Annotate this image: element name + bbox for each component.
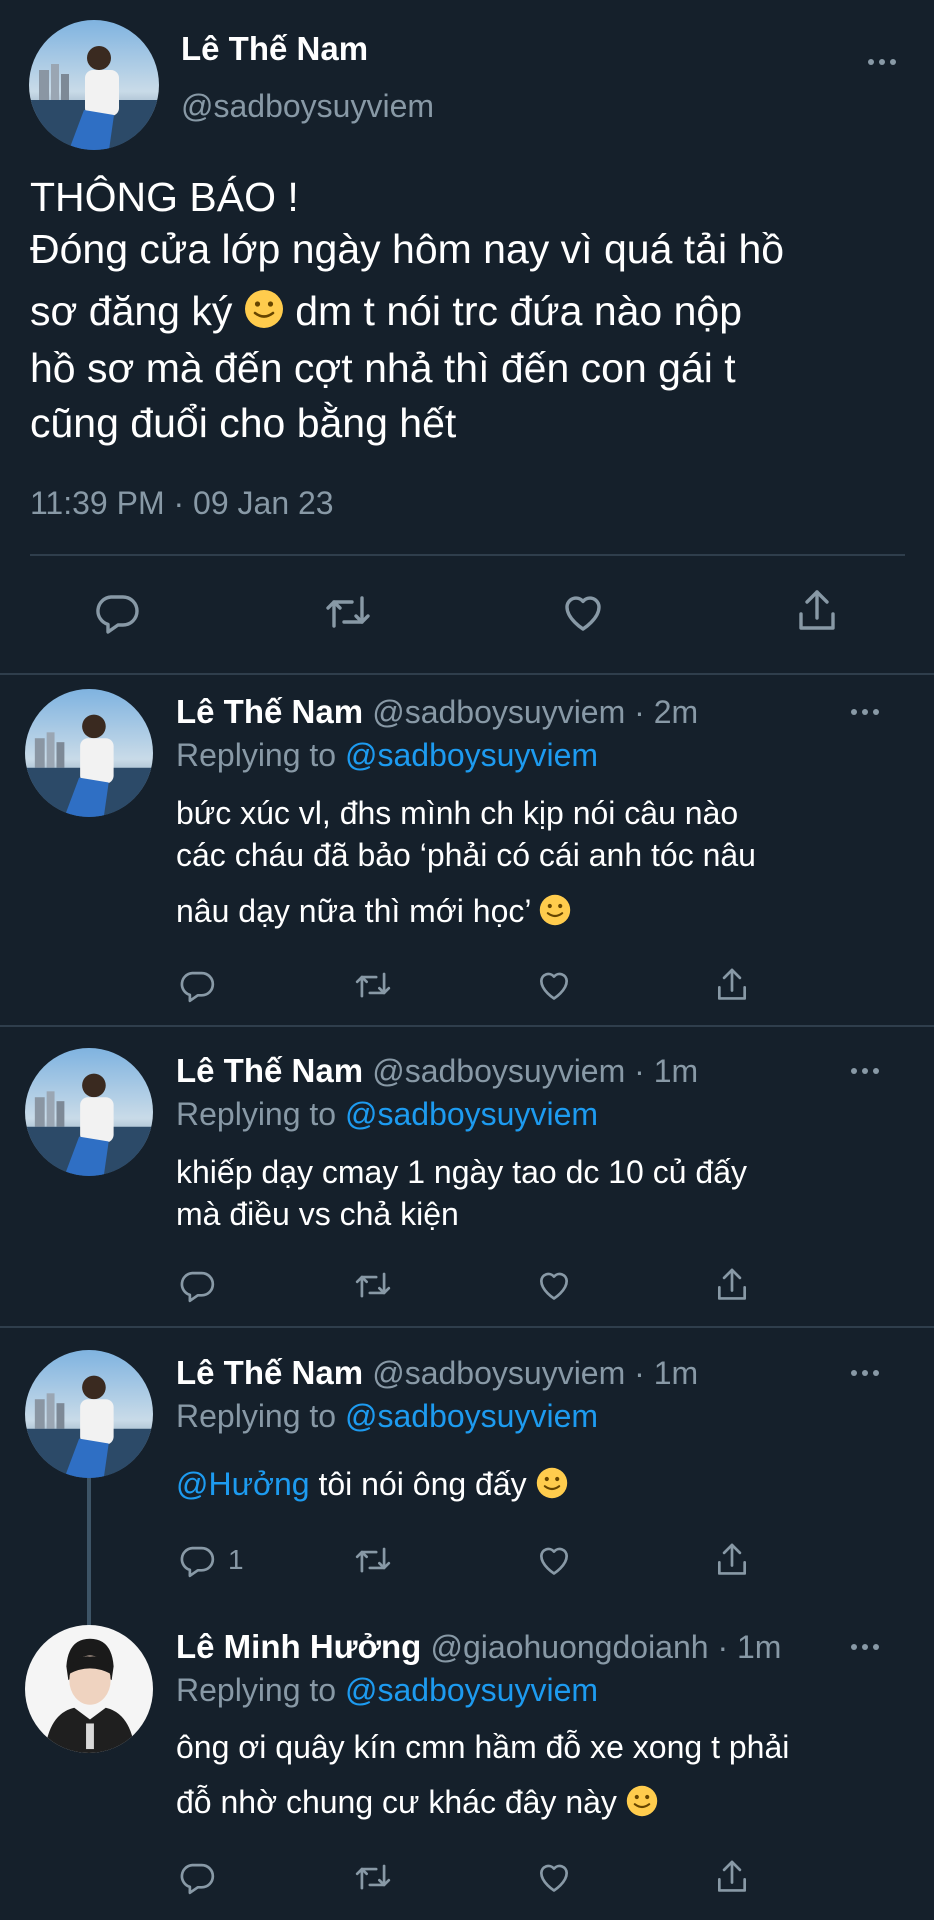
reply-1-meta[interactable]: @sadboysuyviem · 2m — [372, 694, 698, 730]
reply-2-name[interactable]: Lê Thế Nam — [176, 1052, 363, 1089]
retweet-icon[interactable] — [352, 1858, 394, 1896]
reply-3-replying-to: Replying to @sadboysuyviem — [176, 1398, 598, 1435]
reply-icon[interactable] — [178, 1266, 216, 1304]
like-icon[interactable] — [534, 1858, 574, 1896]
reply-3-avatar[interactable] — [25, 1350, 153, 1478]
reply-2-header: Lê Thế Nam @sadboysuyviem · 1m — [176, 1052, 698, 1090]
reply-4-header: Lê Minh Hưởng @giaohuongdoianh · 1m — [176, 1628, 781, 1666]
share-icon[interactable] — [793, 586, 841, 636]
slightly-smiling-face-emoji — [626, 1785, 658, 1817]
main-tweet-text-line3b: dm t nói trc đứa nào nộp — [295, 288, 743, 334]
retweet-icon[interactable] — [352, 966, 394, 1004]
retweet-icon[interactable] — [322, 588, 374, 636]
reply-1-name[interactable]: Lê Thế Nam — [176, 693, 363, 730]
main-tweet-text-line4: hồ sơ mà đến cợt nhả thì đến con gái t — [30, 345, 736, 391]
like-icon[interactable] — [534, 1541, 574, 1579]
reply-3-name[interactable]: Lê Thế Nam — [176, 1354, 363, 1391]
replying-to-label: Replying to — [176, 1672, 345, 1708]
tweet-divider — [0, 1025, 934, 1027]
replying-to-handle[interactable]: @sadboysuyviem — [345, 737, 598, 773]
main-tweet-text-line2: Đóng cửa lớp ngày hôm nay vì quá tải hồ — [30, 226, 785, 272]
reply-icon[interactable] — [178, 966, 216, 1004]
like-icon[interactable] — [558, 588, 608, 636]
reply-1-text-line1: bức xúc vl, đhs mình ch kịp nói câu nào — [176, 795, 739, 831]
like-icon[interactable] — [534, 966, 574, 1004]
tweet-divider — [0, 1326, 934, 1328]
mention-link[interactable]: @Hưởng — [176, 1466, 310, 1502]
reply-2-text-line1: khiếp dạy cmay 1 ngày tao dc 10 củ đấy — [176, 1154, 748, 1190]
reply-icon[interactable] — [93, 588, 141, 636]
reply-1-text-line3-text: nâu dạy nữa thì mới học’ — [176, 893, 531, 929]
reply-4-avatar[interactable] — [25, 1625, 153, 1753]
replying-to-label: Replying to — [176, 1096, 345, 1132]
replying-to-handle[interactable]: @sadboysuyviem — [345, 1672, 598, 1708]
reply-2-replying-to: Replying to @sadboysuyviem — [176, 1096, 598, 1133]
reply-icon[interactable] — [178, 1858, 216, 1896]
more-options-icon[interactable] — [868, 59, 896, 65]
reply-4-text-line2-text: đỗ nhờ chung cư khác đây này — [176, 1784, 617, 1820]
reply-1-text-line2: các cháu đã bảo ‘phải có cái anh tóc nâu — [176, 837, 756, 873]
main-tweet-timestamp[interactable]: 11:39 PM · 09 Jan 23 — [30, 485, 334, 522]
more-options-icon[interactable] — [851, 1068, 879, 1074]
retweet-icon[interactable] — [352, 1266, 394, 1304]
main-tweet-text-line5: cũng đuổi cho bằng hết — [30, 400, 457, 446]
reply-3-text-line1: @Hưởng tôi nói ông đấy — [176, 1466, 568, 1503]
replying-to-label: Replying to — [176, 737, 345, 773]
reply-count: 1 — [228, 1544, 244, 1575]
reply-2-text-line2: mà điều vs chả kiện — [176, 1196, 459, 1232]
reply-2-avatar[interactable] — [25, 1048, 153, 1176]
share-icon[interactable] — [713, 965, 751, 1005]
reply-3-header: Lê Thế Nam @sadboysuyviem · 1m — [176, 1354, 698, 1392]
reply-4-replying-to: Replying to @sadboysuyviem — [176, 1672, 598, 1709]
main-tweet-text-line3a: sơ đăng ký — [30, 288, 233, 334]
like-icon[interactable] — [534, 1266, 574, 1304]
more-options-icon[interactable] — [851, 709, 879, 715]
slightly-smiling-face-emoji — [536, 1467, 568, 1499]
replying-to-handle[interactable]: @sadboysuyviem — [345, 1398, 598, 1434]
slightly-smiling-face-emoji — [244, 289, 284, 329]
reply-4-meta[interactable]: @giaohuongdoianh · 1m — [431, 1629, 782, 1665]
reply-1-avatar[interactable] — [25, 689, 153, 817]
share-icon[interactable] — [713, 1265, 751, 1305]
main-tweet-text-line3: sơ đăng ký dm t nói trc đứa nào nộp — [30, 288, 742, 335]
retweet-icon[interactable] — [352, 1541, 394, 1579]
reply-4-text-line1: ông ơi quây kín cmn hầm đỗ xe xong t phả… — [176, 1729, 790, 1765]
thread-connector-line — [87, 1476, 91, 1628]
more-options-icon[interactable] — [851, 1644, 879, 1650]
more-options-icon[interactable] — [851, 1370, 879, 1376]
share-icon[interactable] — [713, 1540, 751, 1580]
timestamp-divider — [30, 554, 905, 556]
slightly-smiling-face-emoji — [539, 894, 571, 926]
reply-2-meta[interactable]: @sadboysuyviem · 1m — [372, 1053, 698, 1089]
reply-4-name[interactable]: Lê Minh Hưởng — [176, 1628, 421, 1665]
reply-3-text: tôi nói ông đấy — [309, 1466, 527, 1502]
main-tweet-avatar[interactable] — [29, 20, 159, 150]
main-tweet-name[interactable]: Lê Thế Nam — [181, 30, 368, 68]
main-tweet-handle[interactable]: @sadboysuyviem — [181, 88, 434, 125]
main-tweet-text-line1: THÔNG BÁO ! — [30, 174, 299, 220]
reply-4-text-line2: đỗ nhờ chung cư khác đây này — [176, 1784, 658, 1821]
replying-to-label: Replying to — [176, 1398, 345, 1434]
reply-1-header: Lê Thế Nam @sadboysuyviem · 2m — [176, 693, 698, 731]
reply-1-replying-to: Replying to @sadboysuyviem — [176, 737, 598, 774]
reply-1-text-line3: nâu dạy nữa thì mới học’ — [176, 893, 571, 930]
reply-icon[interactable] — [178, 1541, 216, 1579]
replying-to-handle[interactable]: @sadboysuyviem — [345, 1096, 598, 1132]
reply-3-meta[interactable]: @sadboysuyviem · 1m — [372, 1355, 698, 1391]
tweet-divider — [0, 673, 934, 675]
share-icon[interactable] — [713, 1857, 751, 1897]
